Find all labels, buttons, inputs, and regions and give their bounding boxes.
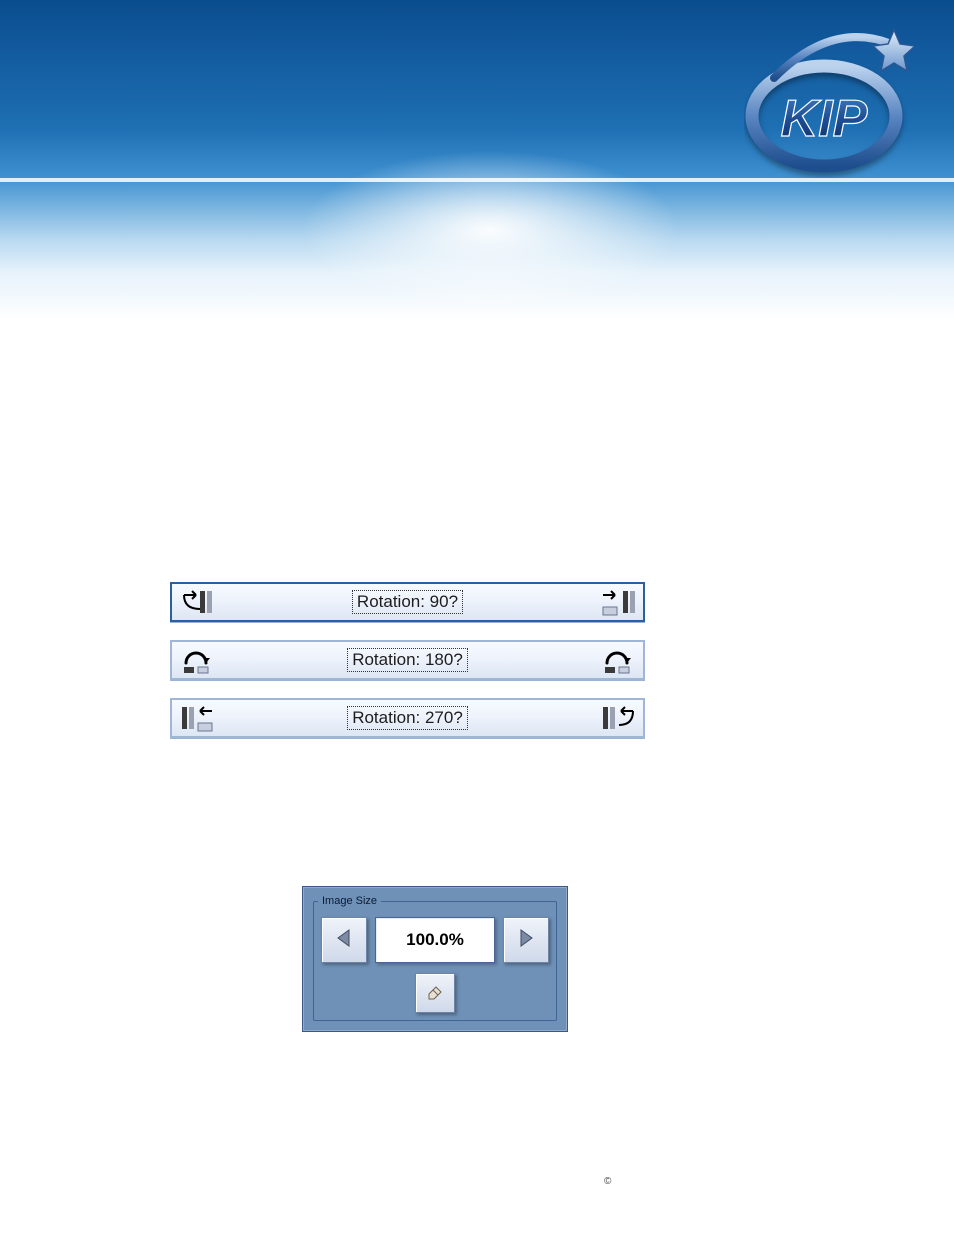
- image-size-legend: Image Size: [318, 895, 381, 907]
- rotation-bars: Rotation: 90? Rotation: 180?: [170, 582, 645, 756]
- rotation-bar-90[interactable]: Rotation: 90?: [170, 582, 645, 622]
- rotation-label: Rotation: 90?: [352, 590, 463, 614]
- eraser-icon: [425, 982, 445, 1005]
- image-size-value[interactable]: 100.0%: [375, 917, 495, 963]
- logo-text: KIP: [781, 90, 868, 148]
- triangle-left-icon: [335, 928, 353, 953]
- rotation-bar-180[interactable]: Rotation: 180?: [170, 640, 645, 680]
- increase-button[interactable]: [503, 917, 549, 963]
- header-banner: KIP: [0, 0, 954, 320]
- rotation-label: Rotation: 180?: [347, 648, 468, 672]
- banner-glow: [300, 150, 680, 310]
- kip-logo: KIP: [744, 28, 914, 178]
- reset-button[interactable]: [415, 973, 455, 1013]
- rotate-180-icon: [174, 642, 220, 678]
- rotation-bar-270[interactable]: Rotation: 270?: [170, 698, 645, 738]
- rotate-270-icon: [174, 700, 220, 736]
- rotation-label: Rotation: 270?: [347, 706, 468, 730]
- rotate-180-icon: [595, 642, 641, 678]
- triangle-right-icon: [517, 928, 535, 953]
- rotate-90-icon: [174, 584, 220, 620]
- rotate-90-icon: [595, 584, 641, 620]
- decrease-button[interactable]: [321, 917, 367, 963]
- image-size-panel: Image Size 100.0%: [302, 886, 568, 1032]
- copyright-mark: ©: [604, 1176, 611, 1187]
- rotate-270-icon: [595, 700, 641, 736]
- image-size-fieldset: Image Size 100.0%: [313, 895, 557, 1021]
